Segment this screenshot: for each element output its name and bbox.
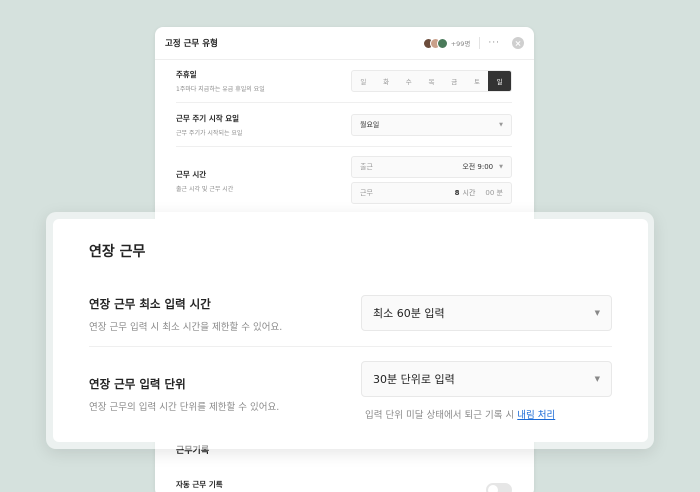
- round-down-link[interactable]: 내림 처리: [517, 410, 555, 421]
- min-time-select[interactable]: 최소 60분 입력 ▼: [361, 295, 612, 331]
- weekly-holiday-title: 주휴일: [176, 70, 197, 79]
- chevron-down-icon: ▼: [499, 164, 503, 170]
- cycle-start-title: 근무 주기 시작 요일: [176, 114, 240, 123]
- member-avatars[interactable]: +99명: [422, 37, 471, 49]
- auto-record-toggle[interactable]: [486, 483, 512, 492]
- card-title: 연장 근무: [89, 244, 146, 260]
- chevron-down-icon: ▼: [594, 375, 600, 383]
- rounding-hint: 입력 단위 미달 상태에서 퇴근 기록 시 내림 처리: [365, 407, 555, 421]
- start-time-select[interactable]: 출근 오전 9:00 ▼: [351, 156, 512, 178]
- cycle-start-row: 근무 주기 시작 요일 근무 주기가 시작되는 요일 월요일 ▼: [176, 113, 512, 137]
- avatar: [436, 37, 448, 49]
- overtime-card: 연장 근무 연장 근무 최소 입력 시간 연장 근무 입력 시 최소 시간을 제…: [53, 219, 648, 442]
- divider: [176, 102, 512, 103]
- start-time-label: 출근: [360, 163, 373, 171]
- duration-label: 근무: [360, 189, 373, 197]
- more-icon[interactable]: ···: [488, 38, 500, 48]
- chevron-down-icon: ▼: [499, 122, 503, 128]
- divider: [176, 146, 512, 147]
- day-option[interactable]: 금: [443, 71, 466, 91]
- weekly-holiday-row: 주휴일 1주마다 지급하는 유급 휴일의 요일 일화수목금토일: [176, 69, 512, 93]
- duration-hours: 8: [454, 189, 460, 197]
- panel-header: 고정 근무 유형 +99명 ···: [155, 27, 534, 60]
- unit-select[interactable]: 30분 단위로 입력 ▼: [361, 361, 612, 397]
- cycle-start-desc: 근무 주기가 시작되는 요일: [176, 130, 243, 137]
- panel-title: 고정 근무 유형: [165, 39, 218, 49]
- min-time-value: 최소 60분 입력: [373, 307, 445, 320]
- day-option[interactable]: 일: [488, 71, 511, 91]
- hint-text: 입력 단위 미달 상태에서 퇴근 기록 시: [365, 410, 515, 421]
- chevron-down-icon: ▼: [594, 309, 600, 317]
- unit-value: 30분 단위로 입력: [373, 373, 455, 386]
- day-selector: 일화수목금토일: [351, 70, 512, 92]
- duration-input[interactable]: 근무 8 시간 00 분: [351, 182, 512, 204]
- duration-minutes: 00 분: [485, 189, 503, 197]
- day-option[interactable]: 화: [375, 71, 398, 91]
- cycle-start-select[interactable]: 월요일 ▼: [351, 114, 512, 136]
- divider: [479, 37, 481, 49]
- cycle-start-value: 월요일: [360, 121, 380, 129]
- day-option[interactable]: 목: [420, 71, 443, 91]
- auto-record-row: 자동 근무 기록: [176, 479, 512, 490]
- auto-record-title: 자동 근무 기록: [176, 480, 223, 489]
- day-option[interactable]: 수: [397, 71, 420, 91]
- member-count: +99명: [450, 40, 471, 48]
- start-time-value: 오전 9:00: [462, 163, 494, 171]
- day-option[interactable]: 일: [352, 71, 375, 91]
- weekly-holiday-desc: 1주마다 지급하는 유급 휴일의 요일: [176, 86, 265, 93]
- close-icon[interactable]: [512, 37, 524, 49]
- day-option[interactable]: 토: [466, 71, 489, 91]
- divider: [89, 346, 612, 347]
- hours-unit: 시간: [462, 189, 476, 197]
